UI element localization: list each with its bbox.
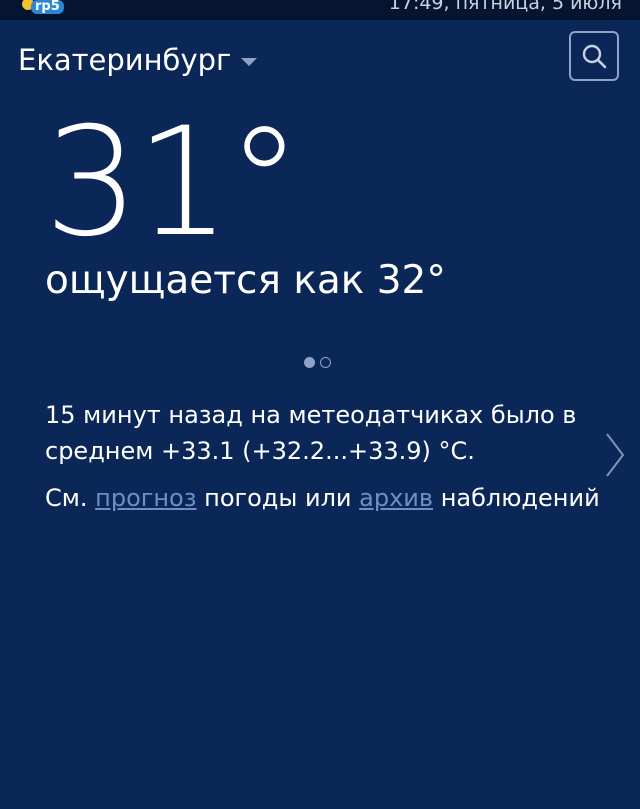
- status-time-date: 17:49, пятница, 5 июля: [388, 0, 622, 14]
- links-middle: погоды или: [204, 484, 352, 512]
- search-button[interactable]: [569, 31, 619, 81]
- status-bar: rp5 17:49, пятница, 5 июля: [0, 0, 640, 20]
- forecast-link[interactable]: прогноз: [95, 484, 196, 512]
- page-dot-active: [304, 357, 315, 368]
- links-prefix: См.: [45, 484, 88, 512]
- app-logo: rp5: [22, 0, 64, 17]
- sensor-summary: 15 минут назад на метеодатчиках было в с…: [45, 401, 577, 465]
- forecast-archive-line: См. прогноз погоды или архив наблюдений: [45, 480, 605, 516]
- links-suffix: наблюдений: [440, 484, 600, 512]
- current-temperature: 31°: [44, 96, 302, 270]
- page-indicator: [304, 357, 331, 368]
- archive-link[interactable]: архив: [359, 484, 433, 512]
- city-name: Екатеринбург: [18, 43, 232, 77]
- app-logo-text: rp5: [31, 0, 64, 14]
- chevron-down-icon: [241, 58, 258, 66]
- chevron-right-icon[interactable]: [604, 432, 626, 478]
- page-dot-inactive: [320, 357, 331, 368]
- city-selector[interactable]: Екатеринбург: [18, 40, 258, 80]
- feels-like-text: ощущается как 32°: [45, 258, 446, 303]
- search-icon: [582, 44, 607, 69]
